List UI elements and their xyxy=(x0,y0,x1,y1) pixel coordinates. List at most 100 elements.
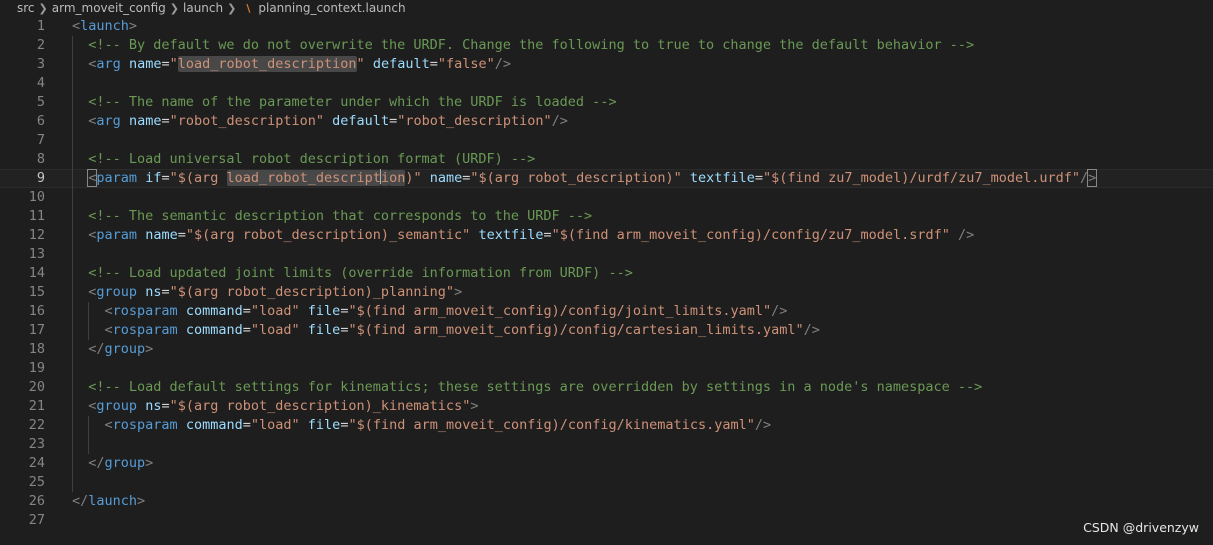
code-text: <!-- Load updated joint limits (override… xyxy=(72,264,633,283)
code-token: = xyxy=(161,284,170,300)
code-line[interactable]: 18 </group> xyxy=(0,340,1213,359)
code-line[interactable]: 7 xyxy=(0,131,1213,150)
code-line[interactable]: 9 <param if="$(arg load_robot_descriptio… xyxy=(0,169,1213,188)
code-token: </ xyxy=(72,493,89,509)
code-token: = xyxy=(177,227,186,243)
line-number: 10 xyxy=(28,189,45,205)
code-token: = xyxy=(429,56,438,72)
chevron-right-icon: ❯ xyxy=(38,1,48,15)
code-line[interactable]: 1 <launch> xyxy=(0,17,1213,36)
breadcrumb-item-arm-moveit-config[interactable]: arm_moveit_config xyxy=(50,1,168,15)
code-line[interactable]: 17 <rosparam command="load" file="$(find… xyxy=(0,321,1213,340)
code-text: <param name="$(arg robot_description)_se… xyxy=(72,226,974,245)
code-line[interactable]: 11 <!-- The semantic description that co… xyxy=(0,207,1213,226)
line-number: 15 xyxy=(28,284,45,300)
code-token: < xyxy=(104,417,113,433)
code-text: <param if="$(arg load_robot_description)… xyxy=(72,169,1098,188)
code-token: command xyxy=(185,322,243,338)
code-line[interactable]: 13 xyxy=(0,245,1213,264)
code-token: param xyxy=(96,227,138,243)
code-line[interactable]: 22 <rosparam command="load" file="$(find… xyxy=(0,416,1213,435)
code-text: </group> xyxy=(72,454,153,473)
code-line[interactable]: 3 <arg name="load_robot_description" def… xyxy=(0,55,1213,74)
code-token: "$(find arm_moveit_config)/config/zu7_mo… xyxy=(551,227,950,243)
code-text: <!-- The semantic description that corre… xyxy=(72,207,592,226)
code-token: textfile xyxy=(689,170,755,186)
code-line[interactable]: 24 </group> xyxy=(0,454,1213,473)
code-line[interactable]: 27 xyxy=(0,511,1213,530)
code-line[interactable]: 20 <!-- Load default settings for kinema… xyxy=(0,378,1213,397)
code-text: </group> xyxy=(72,340,153,359)
code-token: < xyxy=(104,322,113,338)
code-token: group xyxy=(104,341,146,357)
code-line[interactable]: 2 <!-- By default we do not overwrite th… xyxy=(0,36,1213,55)
line-number: 2 xyxy=(36,37,45,53)
code-token: <!-- The name of the parameter under whi… xyxy=(88,94,617,110)
code-token: ns xyxy=(145,398,162,414)
code-line[interactable]: 25 xyxy=(0,473,1213,492)
code-line[interactable]: 5 <!-- The name of the parameter under w… xyxy=(0,93,1213,112)
code-token: /> xyxy=(803,322,820,338)
code-line[interactable]: 12 <param name="$(arg robot_description)… xyxy=(0,226,1213,245)
code-text: <rosparam command="load" file="$(find ar… xyxy=(72,302,788,321)
code-token: group xyxy=(104,455,146,471)
code-line[interactable]: 15 <group ns="$(arg robot_description)_p… xyxy=(0,283,1213,302)
code-token: <!-- Load updated joint limits (override… xyxy=(88,265,633,281)
code-token: "$(find arm_moveit_config)/config/joint_… xyxy=(348,303,772,319)
code-token: " xyxy=(356,56,365,72)
line-number: 1 xyxy=(36,18,45,34)
code-token: "$(arg robot_description)_semantic" xyxy=(185,227,471,243)
code-line[interactable]: 10 xyxy=(0,188,1213,207)
code-token: = xyxy=(242,417,251,433)
code-token: file xyxy=(307,417,341,433)
code-line[interactable]: 19 xyxy=(0,359,1213,378)
breadcrumb-file-name[interactable]: planning_context.launch xyxy=(256,1,407,15)
code-token: "robot_description" xyxy=(397,113,552,129)
line-number: 27 xyxy=(28,512,45,528)
code-token: file xyxy=(307,303,341,319)
line-number: 14 xyxy=(28,265,45,281)
code-token: = xyxy=(161,56,170,72)
code-token: = xyxy=(543,227,552,243)
line-number: 11 xyxy=(28,208,45,224)
code-token: ns xyxy=(145,284,162,300)
code-token: "load" xyxy=(250,417,300,433)
code-line[interactable]: 8 <!-- Load universal robot description … xyxy=(0,150,1213,169)
code-token: "load" xyxy=(250,303,300,319)
breadcrumb-item-src[interactable]: src xyxy=(0,1,37,15)
code-token: "robot_description" xyxy=(169,113,325,129)
code-token: name xyxy=(429,170,463,186)
code-token: load_robot_descript xyxy=(226,170,381,186)
code-line[interactable]: 23 xyxy=(0,435,1213,454)
indent-guide xyxy=(88,416,90,454)
code-token: on xyxy=(389,170,406,186)
line-number: 9 xyxy=(36,170,45,186)
code-line[interactable]: 26 </launch> xyxy=(0,492,1213,511)
line-number: 16 xyxy=(28,303,45,319)
line-number: 4 xyxy=(36,75,45,91)
rss-icon: \ xyxy=(246,1,251,15)
code-token: = xyxy=(389,113,398,129)
code-line[interactable]: 6 <arg name="robot_description" default=… xyxy=(0,112,1213,131)
code-line[interactable]: 4 xyxy=(0,74,1213,93)
code-token: "false" xyxy=(437,56,495,72)
code-token: rosparam xyxy=(112,417,178,433)
code-token: > xyxy=(128,18,138,34)
code-line[interactable]: 16 <rosparam command="load" file="$(find… xyxy=(0,302,1213,321)
code-editor[interactable]: 1 <launch> 2 <!-- By default we do not ove… xyxy=(0,17,1213,537)
breadcrumb-item-launch[interactable]: launch xyxy=(181,1,225,15)
code-line[interactable]: 14 <!-- Load updated joint limits (overr… xyxy=(0,264,1213,283)
code-line[interactable]: 21 <group ns="$(arg robot_description)_k… xyxy=(0,397,1213,416)
code-token: = xyxy=(754,170,764,186)
